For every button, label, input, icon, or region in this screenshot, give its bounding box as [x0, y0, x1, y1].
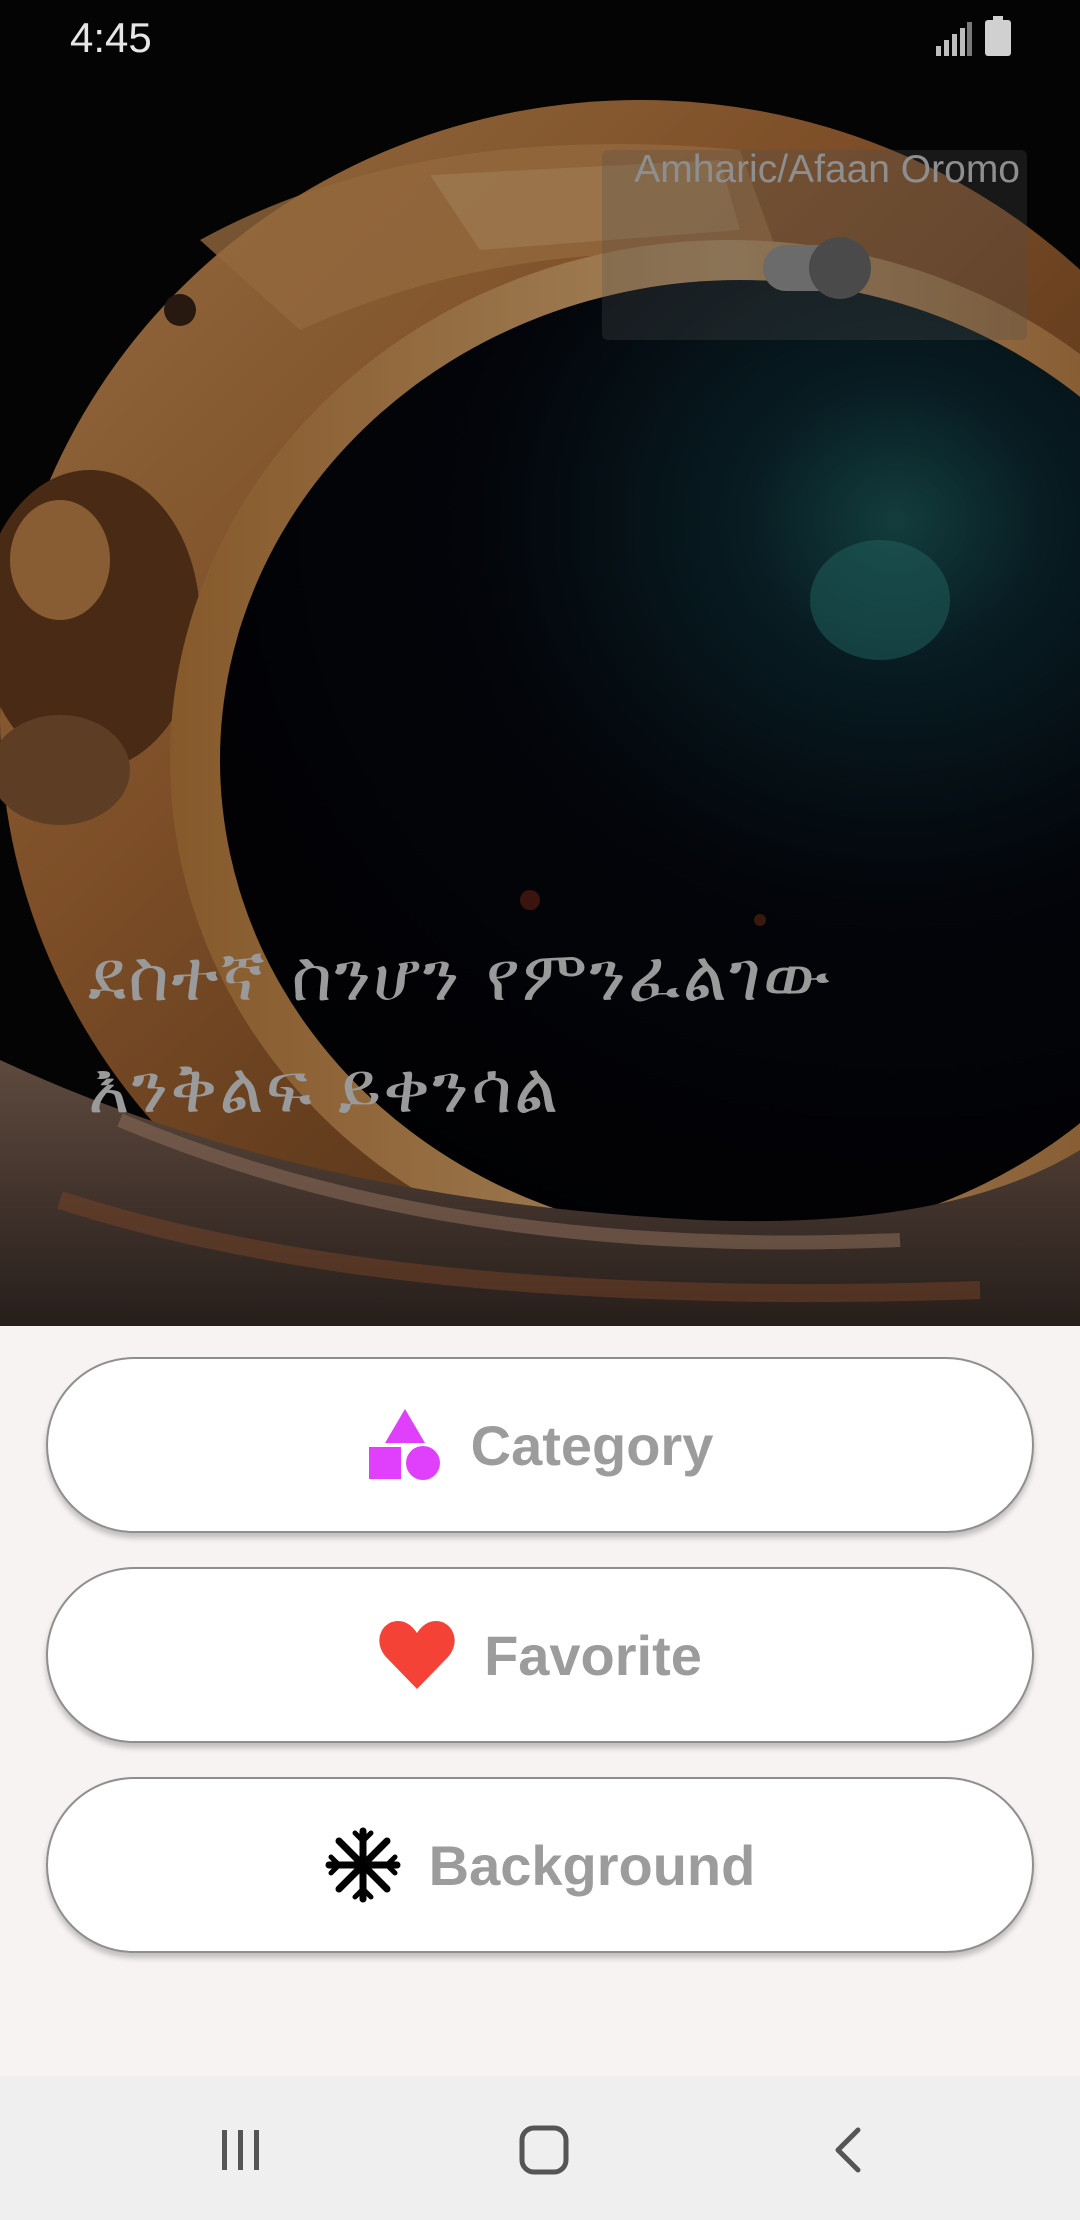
shapes-icon [368, 1409, 440, 1480]
heart-icon [379, 1621, 455, 1689]
category-button-label: Category [470, 1413, 714, 1477]
background-button-label: Background [428, 1833, 756, 1897]
battery-icon [985, 16, 1011, 56]
favorite-button[interactable]: Favorite [46, 1567, 1034, 1743]
quote-line: እንቅልፍ ይቀንሳል [88, 1047, 561, 1129]
toggle-thumb[interactable] [809, 237, 871, 299]
home-icon[interactable] [518, 2124, 570, 2176]
signal-icon [936, 22, 972, 56]
screen: 4:45 Amharic/Afaan Oromo ደስተኛ ስንሆን የምንፈል… [0, 0, 1080, 2220]
category-button[interactable]: Category [46, 1357, 1034, 1533]
background-button[interactable]: Background [46, 1777, 1034, 1953]
navigation-bar [0, 2076, 1080, 2220]
language-toggle-switch[interactable] [763, 237, 871, 299]
back-icon[interactable] [830, 2126, 866, 2174]
status-time: 4:45 [70, 14, 152, 61]
quote-text: ደስተኛ ስንሆን የምንፈልገው እንቅልፍ ይቀንሳል [88, 920, 1028, 1144]
language-toggle-label: Amharic/Afaan Oromo [634, 148, 1020, 191]
favorite-button-label: Favorite [484, 1623, 702, 1687]
status-bar: 4:45 [0, 0, 1080, 76]
snowflake-icon [325, 1827, 401, 1903]
quote-line: ደስተኛ ስንሆን የምንፈልገው [88, 935, 833, 1017]
recent-apps-icon[interactable] [218, 2126, 266, 2174]
